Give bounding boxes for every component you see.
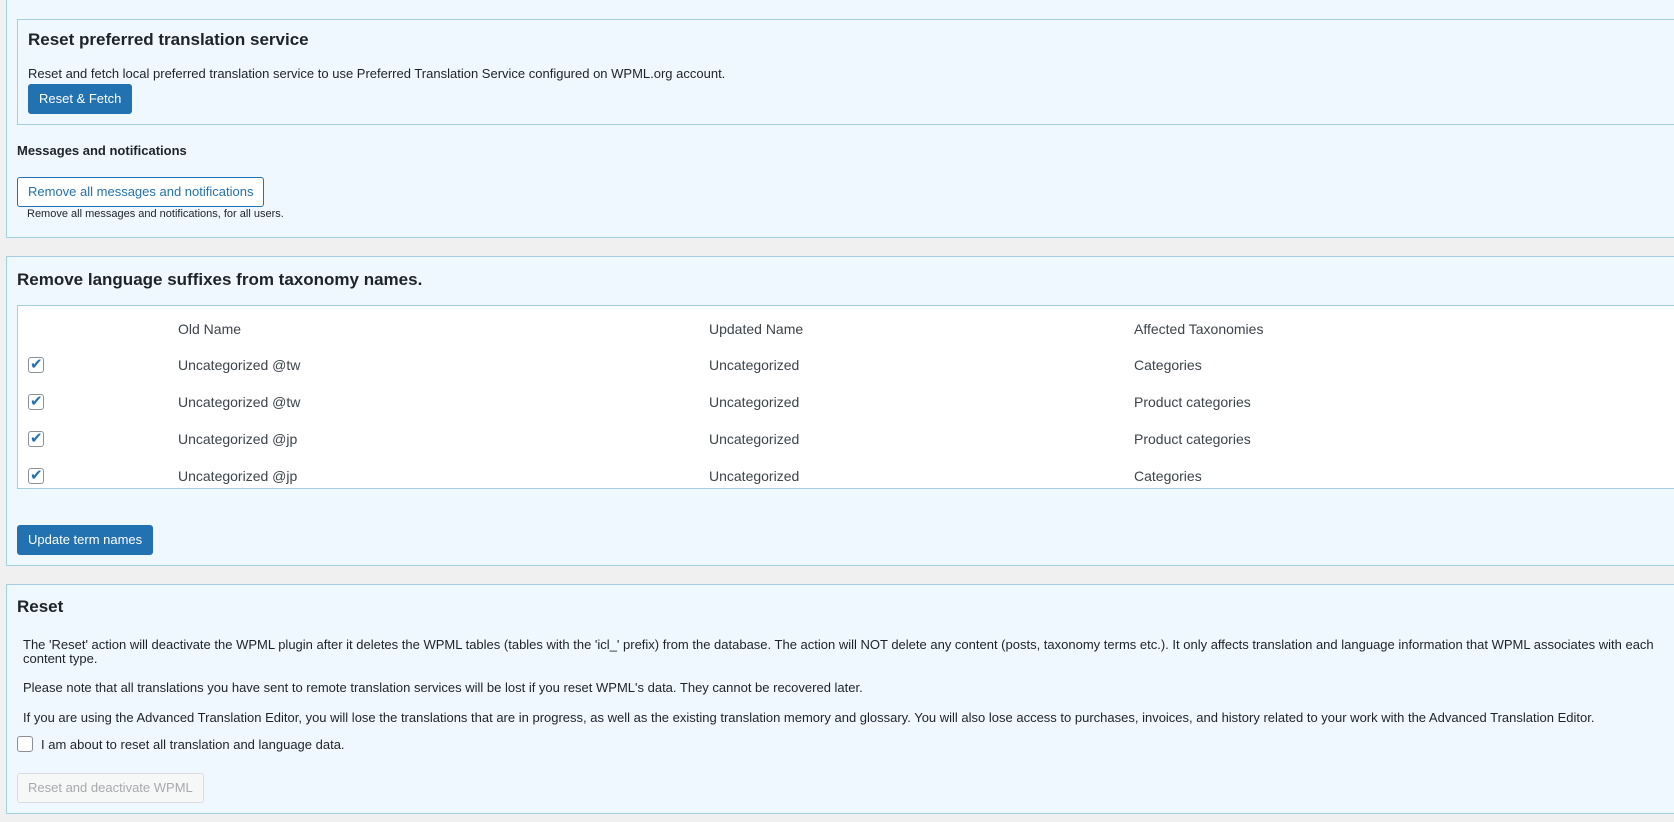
row-checkbox[interactable]: ✔ — [28, 466, 44, 484]
suffix-table: Old Name Updated Name Affected Taxonomie… — [17, 305, 1674, 489]
updated-name-cell: Uncategorized — [709, 394, 800, 410]
reset-paragraph-3: If you are using the Advanced Translatio… — [23, 710, 1595, 725]
checkmark-icon: ✔ — [30, 355, 43, 373]
row-checkbox[interactable]: ✔ — [28, 355, 44, 373]
taxonomy-suffix-panel: Remove language suffixes from taxonomy n… — [6, 256, 1674, 566]
reset-deactivate-button[interactable]: Reset and deactivate WPML — [17, 773, 204, 803]
confirm-reset-label: I am about to reset all translation and … — [41, 737, 345, 752]
checkmark-icon: ✔ — [30, 429, 43, 447]
taxonomies-cell: Categories — [1134, 468, 1202, 484]
taxonomies-cell: Product categories — [1134, 431, 1251, 447]
remove-messages-button[interactable]: Remove all messages and notifications — [17, 177, 265, 207]
old-name-cell: Uncategorized @jp — [178, 431, 298, 447]
messages-heading: Messages and notifications — [17, 143, 187, 158]
reset-paragraph-2: Please note that all translations you ha… — [23, 680, 863, 695]
confirm-reset-checkbox[interactable] — [17, 736, 33, 752]
updated-name-cell: Uncategorized — [709, 431, 800, 447]
row-checkbox[interactable]: ✔ — [28, 429, 44, 447]
column-header-updated-name: Updated Name — [709, 321, 804, 337]
reset-panel: Reset The 'Reset' action will deactivate… — [6, 584, 1674, 814]
update-term-names-button[interactable]: Update term names — [17, 525, 154, 555]
updated-name-cell: Uncategorized — [709, 357, 800, 373]
taxonomies-cell: Categories — [1134, 357, 1202, 373]
old-name-cell: Uncategorized @tw — [178, 394, 301, 410]
column-header-affected-taxonomies: Affected Taxonomies — [1134, 321, 1264, 337]
remove-messages-hint: Remove all messages and notifications, f… — [27, 208, 284, 220]
reset-title: Reset — [17, 597, 64, 616]
taxonomies-cell: Product categories — [1134, 394, 1251, 410]
preferred-service-description: Reset and fetch local preferred translat… — [28, 66, 726, 81]
old-name-cell: Uncategorized @jp — [178, 468, 298, 484]
reset-fetch-button[interactable]: Reset & Fetch — [28, 84, 133, 114]
preferred-service-title: Reset preferred translation service — [28, 30, 309, 49]
suffix-title: Remove language suffixes from taxonomy n… — [17, 270, 423, 289]
row-checkbox[interactable]: ✔ — [28, 392, 44, 410]
updated-name-cell: Uncategorized — [709, 468, 800, 484]
preferred-service-box: Reset preferred translation service Rese… — [17, 19, 1674, 125]
troubleshooting-panel-top: Reset preferred translation service Rese… — [6, 0, 1674, 238]
checkmark-icon: ✔ — [30, 392, 43, 410]
checkmark-icon: ✔ — [30, 466, 43, 484]
reset-paragraph-1: The 'Reset' action will deactivate the W… — [23, 637, 1654, 666]
column-header-old-name: Old Name — [178, 321, 242, 337]
old-name-cell: Uncategorized @tw — [178, 357, 301, 373]
